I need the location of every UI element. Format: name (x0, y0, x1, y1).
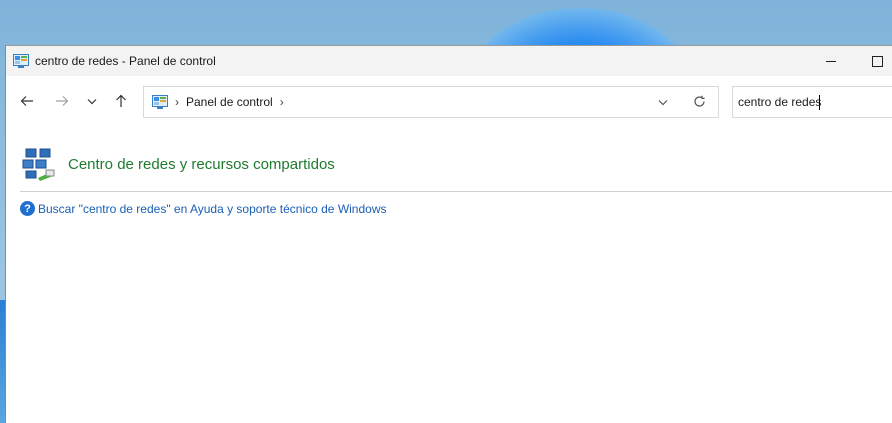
breadcrumb-separator-icon[interactable]: › (175, 95, 179, 109)
help-question-icon: ? (20, 201, 35, 216)
navigation-bar: › Panel de control › (6, 76, 892, 124)
window-title: centro de redes - Panel de control (35, 54, 216, 68)
chevron-down-icon (87, 98, 97, 104)
control-panel-icon (13, 54, 29, 68)
up-button[interactable] (111, 91, 131, 111)
results-divider (20, 191, 892, 192)
text-cursor (819, 95, 820, 110)
maximize-icon (871, 55, 883, 67)
arrow-right-icon (56, 96, 69, 106)
address-dropdown-button[interactable] (658, 95, 668, 109)
minimize-button[interactable] (808, 46, 854, 76)
forward-button[interactable] (52, 91, 72, 111)
minimize-icon (826, 60, 836, 62)
breadcrumb-panel-de-control[interactable]: Panel de control (186, 95, 273, 109)
refresh-icon (694, 95, 705, 107)
recent-locations-button[interactable] (82, 91, 102, 111)
network-sharing-center-icon (22, 148, 55, 181)
arrow-up-icon (116, 94, 126, 107)
back-button[interactable] (17, 91, 37, 111)
maximize-button[interactable] (854, 46, 892, 76)
help-search-row[interactable]: ? Buscar "centro de redes" en Ayuda y so… (20, 201, 387, 216)
refresh-button[interactable] (693, 95, 706, 111)
title-bar[interactable]: centro de redes - Panel de control (6, 46, 892, 76)
chevron-down-icon (658, 100, 668, 106)
result-title[interactable]: Centro de redes y recursos compartidos (68, 156, 335, 173)
control-panel-window: centro de redes - Panel de control › Pan… (5, 45, 892, 423)
breadcrumb-separator-icon[interactable]: › (280, 95, 284, 109)
help-search-link[interactable]: Buscar "centro de redes" en Ayuda y sopo… (38, 202, 387, 216)
address-bar[interactable]: › Panel de control › (143, 86, 719, 118)
search-input[interactable] (732, 86, 892, 118)
control-panel-icon (152, 95, 168, 109)
result-item[interactable]: Centro de redes y recursos compartidos (22, 147, 335, 181)
arrow-left-icon (20, 96, 33, 106)
results-pane: Centro de redes y recursos compartidos ?… (6, 125, 892, 423)
